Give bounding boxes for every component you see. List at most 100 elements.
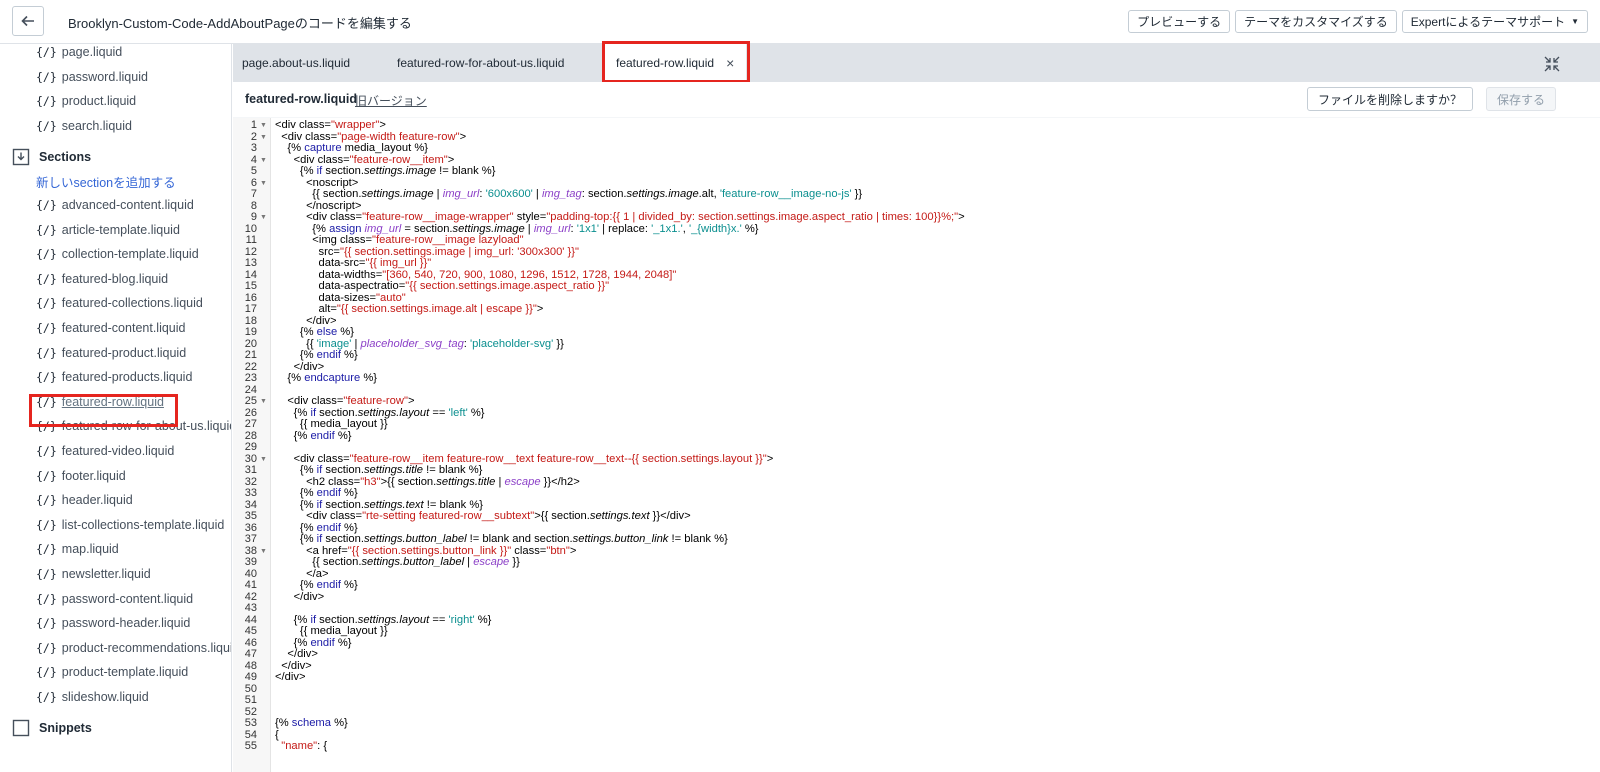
liquid-file-icon: {/} (36, 271, 57, 286)
fold-toggle-icon[interactable]: ▼ (260, 178, 267, 190)
arrow-left-icon (21, 15, 34, 27)
line-number: 35 (244, 510, 257, 522)
file-item[interactable]: {/} product-template.liquid (36, 662, 188, 682)
file-name: product.liquid (61, 94, 137, 109)
file-name: product-recommendations.liquid (61, 640, 232, 655)
line-number: 25 (244, 395, 257, 407)
line-number: 21 (244, 349, 257, 361)
highlight-box-sidebar (29, 394, 178, 427)
file-item[interactable]: {/} page.liquid (36, 44, 122, 62)
fold-toggle-icon[interactable]: ▼ (260, 212, 267, 224)
liquid-file-icon: {/} (36, 665, 57, 680)
fold-toggle-icon[interactable]: ▼ (260, 454, 267, 466)
file-item[interactable]: {/} article-template.liquid (36, 220, 180, 240)
file-name: featured-video.liquid (61, 444, 175, 458)
file-item[interactable]: {/} password-header.liquid (36, 613, 190, 633)
code-line[interactable]: </div> (275, 591, 325, 604)
folder-label: Sections (39, 150, 92, 164)
line-number: 41 (244, 579, 257, 591)
add-section-link[interactable]: 新しいsectionを追加する (36, 171, 176, 191)
collapse-icon[interactable] (1544, 56, 1560, 72)
liquid-file-icon: {/} (36, 69, 57, 84)
file-item[interactable]: {/} advanced-content.liquid (36, 195, 194, 215)
line-number: 11 (245, 234, 257, 246)
code-line[interactable]: {% endcapture %} (275, 372, 377, 385)
theme-support-button[interactable]: Expertによるテーマサポート ▼ (1401, 10, 1588, 33)
save-button[interactable]: 保存する (1485, 87, 1556, 111)
old-version-link[interactable]: 旧バージョン (355, 92, 427, 109)
file-item[interactable]: {/} featured-product.liquid (36, 343, 186, 363)
liquid-file-icon: {/} (36, 321, 57, 335)
file-name: page.liquid (61, 45, 123, 59)
code-line[interactable]: data-aspectratio="{{ section.settings.im… (275, 280, 610, 293)
line-number: 45 (244, 625, 257, 637)
file-item[interactable]: {/} collection-template.liquid (36, 244, 199, 264)
file-item[interactable]: {/} header.liquid (36, 490, 133, 510)
file-name: slideshow.liquid (61, 690, 149, 704)
file-item[interactable]: {/} password.liquid (36, 67, 148, 87)
file-item[interactable]: {/} featured-products.liquid (36, 367, 192, 387)
file-name: collection-template.liquid (61, 247, 199, 262)
line-number: 1 (250, 119, 257, 131)
code-line[interactable]: {{ section.settings.button_label | escap… (275, 556, 520, 569)
line-number: 27 (244, 418, 257, 430)
liquid-file-icon: {/} (36, 517, 57, 532)
file-item[interactable]: {/} slideshow.liquid (36, 687, 149, 707)
line-number: 13 (244, 257, 257, 269)
code-editor[interactable]: 1 ▼ 2 ▼ 3 4 ▼ 5 6 ▼ 7 8 9 ▼ 10 11 12 13 14 15 16 17 18 19 20 21 22… (233, 118, 1600, 772)
fold-toggle-icon[interactable]: ▼ (260, 396, 267, 408)
code-line[interactable]: {% endif %} (275, 579, 358, 592)
code-line[interactable]: {% if section.settings.image != blank %} (275, 165, 496, 178)
file-name: featured-product.liquid (61, 345, 187, 360)
file-item[interactable]: {/} footer.liquid (36, 466, 126, 486)
code-line[interactable]: {% endif %} (275, 349, 358, 362)
theme-support-label: Expertによるテーマサポート (1410, 15, 1566, 29)
code-line[interactable]: </div> (275, 648, 318, 661)
file-item[interactable]: {/} password-content.liquid (36, 589, 193, 609)
file-item[interactable]: {/} product-recommendations.liquid (36, 638, 232, 658)
delete-file-button[interactable]: ファイルを削除しますか？ (1306, 87, 1473, 111)
file-name: advanced-content.liquid (61, 198, 194, 212)
line-number: 17 (244, 303, 257, 315)
code-line[interactable]: "name": { (275, 740, 327, 753)
file-name: featured-content.liquid (61, 321, 186, 335)
file-item[interactable]: {/} newsletter.liquid (36, 564, 151, 584)
fold-toggle-icon[interactable]: ▼ (260, 546, 267, 558)
line-number: 23 (244, 372, 257, 384)
code-line[interactable]: </div> (275, 671, 305, 684)
tab-featured-row-for-about-us[interactable]: featured-row-for-about-us.liquid (397, 44, 564, 82)
file-item[interactable]: {/} list-collections-template.liquid (36, 515, 224, 535)
code-line[interactable]: alt="{{ section.settings.image.alt | esc… (275, 303, 544, 316)
file-name: featured-collections.liquid (61, 296, 203, 311)
file-item[interactable]: {/} map.liquid (36, 539, 119, 559)
top-actions: プレビューする テーマをカスタマイズする Expertによるテーマサポート ▼ (1128, 10, 1588, 33)
tab-label: featured-row-for-about-us.liquid (397, 56, 565, 70)
file-item[interactable]: {/} search.liquid (36, 116, 132, 136)
file-item[interactable]: {/} featured-collections.liquid (36, 293, 203, 313)
file-name: map.liquid (61, 542, 119, 557)
file-item[interactable]: {/} featured-blog.liquid (36, 269, 168, 289)
folder-sections[interactable]: Sections (12, 146, 91, 168)
file-item[interactable]: {/} product.liquid (36, 91, 136, 111)
fold-toggle-icon[interactable]: ▼ (260, 132, 267, 144)
file-name: article-template.liquid (61, 222, 180, 237)
fold-toggle-icon[interactable]: ▼ (260, 155, 267, 167)
tab-page-about-us[interactable]: page.about-us.liquid (242, 44, 350, 82)
code-line[interactable]: {{ section.settings.image | img_url: '60… (275, 188, 862, 201)
line-number: 15 (244, 280, 257, 292)
code-line[interactable]: {% endif %} (275, 430, 352, 443)
customize-theme-button[interactable]: テーマをカスタマイズする (1235, 10, 1397, 33)
file-name: newsletter.liquid (61, 567, 151, 581)
file-name: featured-products.liquid (61, 370, 193, 385)
folder-snippets[interactable]: Snippets (12, 717, 92, 739)
fold-toggle-icon[interactable]: ▼ (260, 120, 267, 132)
back-button[interactable] (12, 6, 44, 36)
preview-button[interactable]: プレビューする (1128, 10, 1231, 33)
liquid-file-icon: {/} (36, 444, 57, 458)
liquid-file-icon: {/} (36, 296, 57, 311)
liquid-file-icon: {/} (36, 119, 57, 134)
code-line[interactable]: {% schema %} (275, 717, 348, 730)
file-item[interactable]: {/} featured-content.liquid (36, 318, 185, 338)
file-item[interactable]: {/} featured-video.liquid (36, 441, 174, 461)
line-number-gutter: 1 ▼ 2 ▼ 3 4 ▼ 5 6 ▼ 7 8 9 ▼ 10 11 12 13 14 15 16 17 18 19 20 21 22… (233, 118, 271, 772)
